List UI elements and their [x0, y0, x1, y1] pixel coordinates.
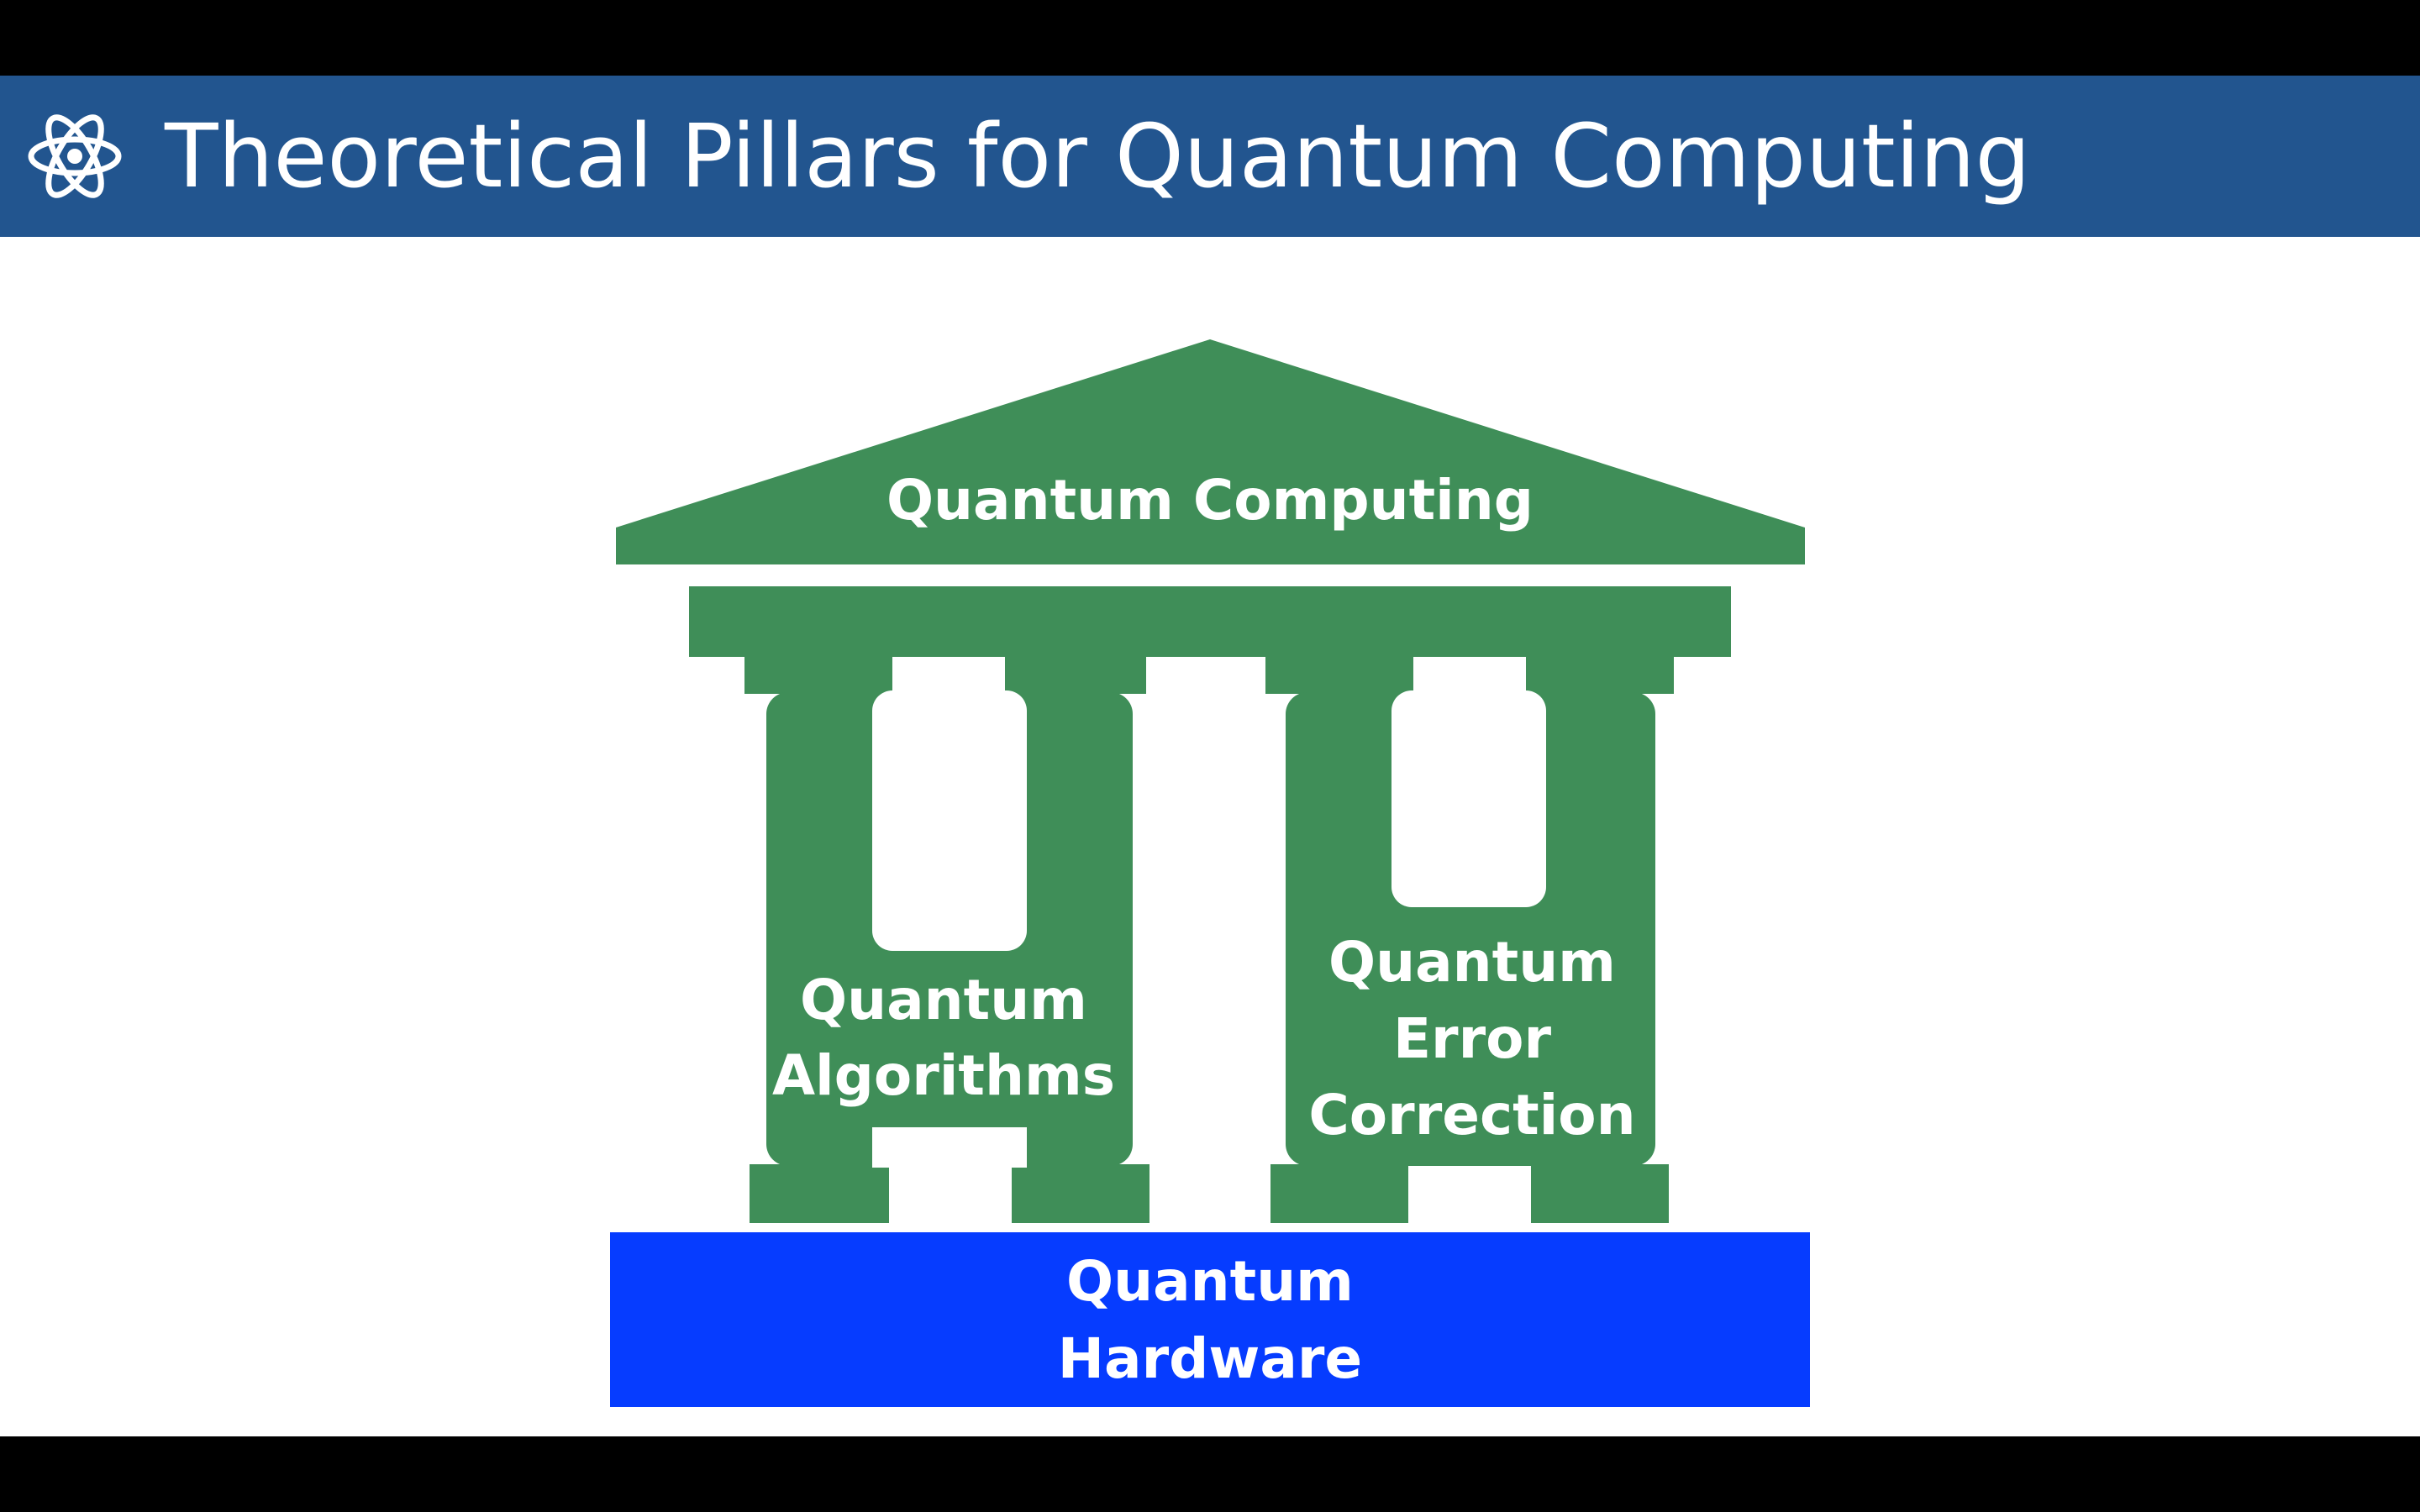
slide: Theoretical Pillars for Quantum Computin… [0, 0, 2420, 1512]
slide-stage: Theoretical Pillars for Quantum Computin… [0, 0, 2420, 1512]
pillar-left-label-line2: Algorithms [772, 1043, 1115, 1108]
pillar-right-label-line3: Correction [1308, 1083, 1635, 1147]
temple-diagram: Quantum Computing Quantum Algorithms Qua… [610, 339, 1810, 1407]
pillar-left-label-line1: Quantum [800, 968, 1087, 1032]
roof-label: Quantum Computing [886, 468, 1534, 533]
foundation-label-line2: Hardware [1058, 1326, 1362, 1391]
pillar-right-label-line1: Quantum [1328, 930, 1616, 995]
pillar-right-label-line2: Error [1393, 1006, 1552, 1071]
foundation-label-line1: Quantum [1066, 1249, 1354, 1314]
temple-lintel [689, 586, 1731, 657]
